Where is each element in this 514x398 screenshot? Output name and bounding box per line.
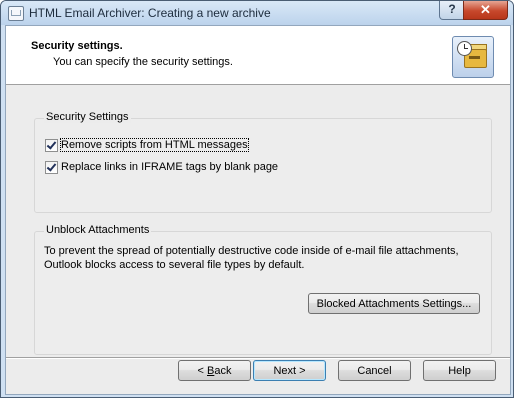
page-subtitle: You can specify the security settings.: [53, 56, 233, 68]
archive-slot: [469, 56, 480, 59]
unblock-attachments-group: Unblock Attachments To prevent the sprea…: [34, 224, 492, 355]
title-close-button[interactable]: ✕: [463, 1, 508, 20]
clock-icon: [457, 41, 472, 56]
replace-iframe-links-checkbox[interactable]: [45, 161, 58, 174]
wizard-header: Security settings. You can specify the s…: [6, 26, 510, 85]
dialog-client-area: Security settings. You can specify the s…: [5, 25, 511, 395]
back-button-prefix: <: [197, 365, 207, 377]
page-title: Security settings.: [31, 40, 123, 52]
next-button[interactable]: Next >: [253, 360, 326, 381]
replace-iframe-links-label[interactable]: Replace links in IFRAME tags by blank pa…: [61, 161, 278, 173]
security-settings-group-title: Security Settings: [44, 111, 131, 123]
unblock-attachments-description: To prevent the spread of potentially des…: [44, 244, 484, 272]
help-button[interactable]: Help: [423, 360, 496, 381]
title-help-button[interactable]: ?: [439, 1, 465, 20]
description-line-1: To prevent the spread of potentially des…: [44, 245, 459, 257]
wizard-window: HTML Email Archiver: Creating a new arch…: [0, 0, 514, 398]
description-line-2: Outlook blocks access to several file ty…: [44, 259, 305, 271]
blocked-attachments-settings-button[interactable]: Blocked Attachments Settings...: [308, 293, 480, 314]
security-settings-group: Security Settings Remove scripts from HT…: [34, 111, 492, 213]
app-icon: [8, 6, 24, 21]
title-bar[interactable]: HTML Email Archiver: Creating a new arch…: [1, 1, 513, 25]
window-title: HTML Email Archiver: Creating a new arch…: [29, 6, 271, 20]
question-mark-icon: ?: [448, 2, 456, 16]
back-button[interactable]: < Back: [178, 360, 251, 381]
remove-scripts-checkbox[interactable]: [45, 139, 58, 152]
remove-scripts-label[interactable]: Remove scripts from HTML messages: [60, 138, 249, 152]
archive-clock-icon: [452, 36, 494, 78]
back-button-rest: ack: [214, 365, 232, 377]
close-icon: ✕: [480, 2, 491, 17]
cancel-button[interactable]: Cancel: [338, 360, 411, 381]
unblock-attachments-group-title: Unblock Attachments: [44, 224, 152, 236]
footer-separator: [6, 357, 510, 359]
